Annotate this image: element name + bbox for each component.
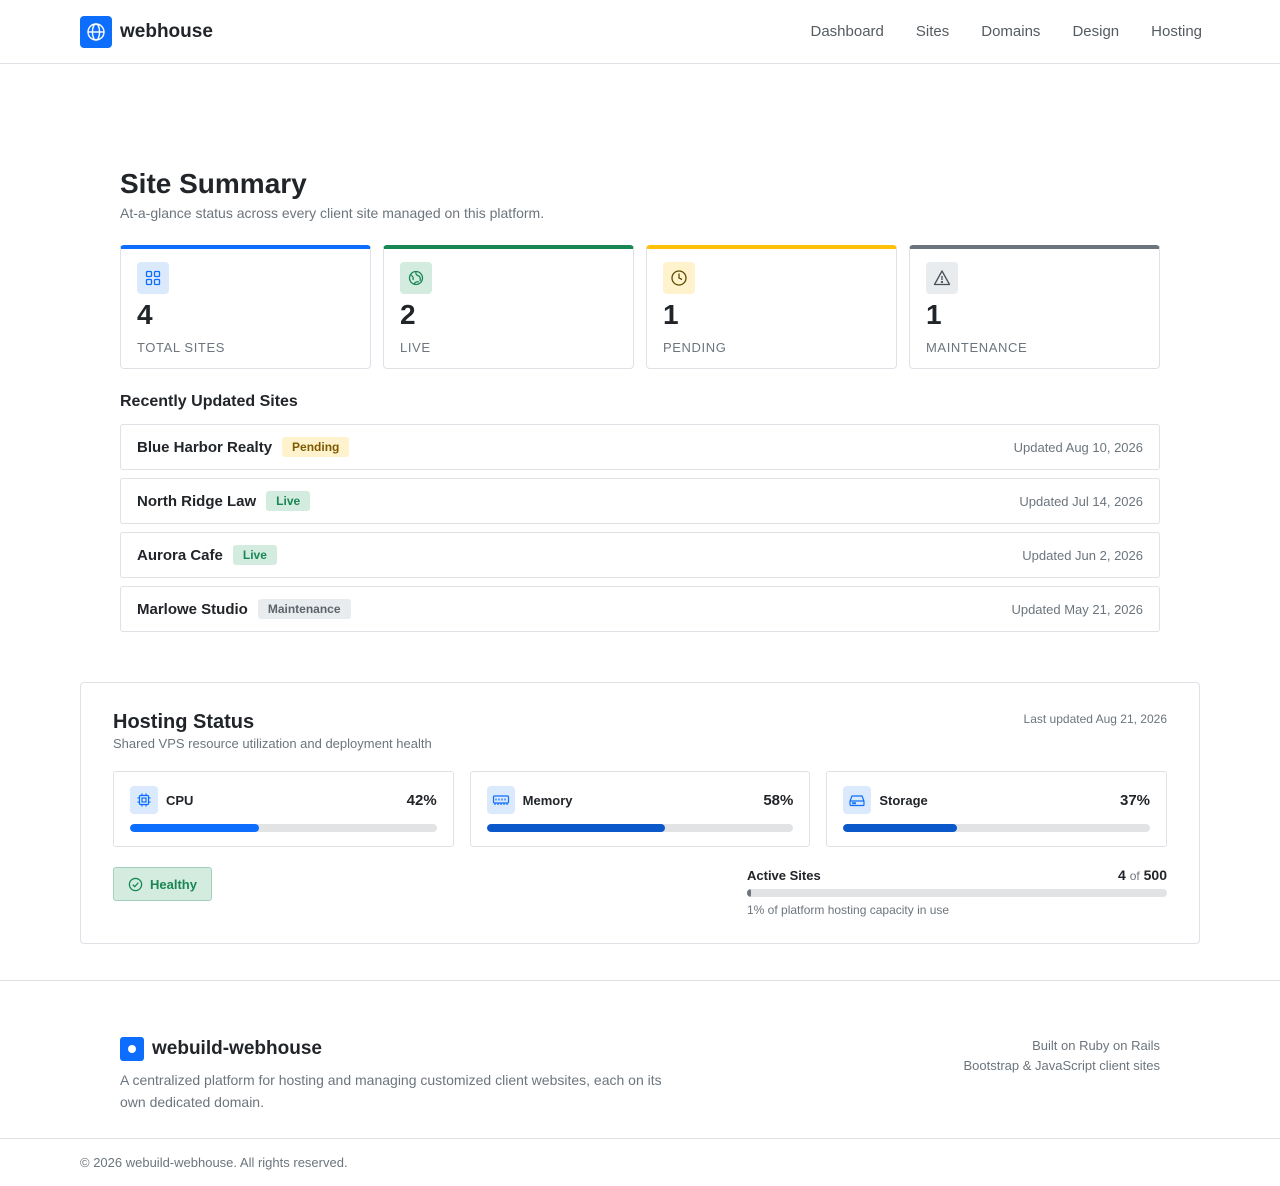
capacity-bar xyxy=(747,889,1167,897)
nav-design[interactable]: Design xyxy=(1072,23,1119,40)
brand-name: webhouse xyxy=(120,21,213,42)
nav-sites[interactable]: Sites xyxy=(916,23,949,40)
status-badge: Live xyxy=(232,545,277,565)
resource-metrics: CPU 42% Memory 58% Storage 37% xyxy=(113,771,1168,847)
stat-label: PENDING xyxy=(663,340,727,355)
stat-value: 2 xyxy=(400,299,416,330)
metric-name: Memory xyxy=(522,792,573,808)
warning-icon xyxy=(926,262,958,294)
stat-value: 4 xyxy=(137,299,153,330)
metric-percent: 37% xyxy=(1119,791,1151,809)
metric-memory: Memory 58% xyxy=(469,771,811,847)
site-name[interactable]: Aurora Cafe xyxy=(137,547,223,564)
cpu-icon xyxy=(130,786,158,814)
stat-card-maintenance: 1 MAINTENANCE xyxy=(909,245,1160,369)
capacity-fill xyxy=(747,889,752,897)
progress-bar xyxy=(486,824,794,832)
stat-label: LIVE xyxy=(400,340,431,355)
brand[interactable]: webhouse xyxy=(80,16,213,48)
hosting-title: Hosting Status xyxy=(113,711,255,733)
copyright: © 2026 webuild-webhouse. All rights rese… xyxy=(80,1155,348,1170)
health-status-badge[interactable]: Healthy xyxy=(113,867,212,901)
main-nav: Dashboard Sites Domains Design Hosting xyxy=(811,23,1203,40)
clock-icon xyxy=(663,262,695,294)
hosting-subtitle: Shared VPS resource utilization and depl… xyxy=(113,736,432,751)
active-sites-count: 4 of 500 xyxy=(1118,867,1167,883)
progress-fill xyxy=(130,824,259,832)
page-subtitle: At-a-glance status across every client s… xyxy=(120,205,545,221)
footer-tech: Built on Ruby on Rails Bootstrap & JavaS… xyxy=(963,1036,1160,1076)
nav-hosting[interactable]: Hosting xyxy=(1151,23,1202,40)
nav-dashboard[interactable]: Dashboard xyxy=(811,23,884,40)
footer-divider xyxy=(0,1138,1280,1139)
site-name[interactable]: Blue Harbor Realty xyxy=(137,439,272,456)
stat-label: MAINTENANCE xyxy=(926,340,1028,355)
footer-description: A centralized platform for hosting and m… xyxy=(120,1072,662,1110)
storage-icon xyxy=(843,786,872,814)
footer-brand-name: webuild-webhouse xyxy=(152,1038,322,1059)
status-badge: Live xyxy=(266,491,311,511)
stat-value: 1 xyxy=(926,299,942,330)
metric-cpu: CPU 42% xyxy=(113,771,454,847)
globe-icon xyxy=(80,16,112,48)
check-circle-icon xyxy=(128,877,143,891)
active-sites: Active Sites 4 of 500 1% of platform hos… xyxy=(747,867,1167,917)
stat-card-pending: 1 PENDING xyxy=(646,245,897,369)
status-badge: Maintenance xyxy=(257,599,351,619)
recent-sites-list: Blue Harbor Realty Pending Updated Aug 1… xyxy=(120,424,1160,632)
list-item[interactable]: Aurora Cafe Live Updated Jun 2, 2026 xyxy=(120,532,1160,578)
page-title: Site Summary xyxy=(120,168,307,199)
hosting-status-panel: Hosting Status Shared VPS resource utili… xyxy=(80,682,1200,944)
list-item[interactable]: North Ridge Law Live Updated Jul 14, 202… xyxy=(120,478,1160,524)
list-item[interactable]: Marlowe Studio Maintenance Updated May 2… xyxy=(120,586,1160,632)
progress-fill xyxy=(843,824,957,832)
site-name[interactable]: North Ridge Law xyxy=(137,493,256,510)
metric-percent: 42% xyxy=(406,791,437,809)
footer-divider xyxy=(0,980,1280,981)
footer-tech-line: Built on Ruby on Rails xyxy=(1032,1038,1160,1053)
health-status-label: Healthy xyxy=(150,876,197,892)
site-summary: Site Summary At-a-glance status across e… xyxy=(120,168,1160,640)
metric-name: CPU xyxy=(166,792,194,808)
updated-date: Updated Jun 2, 2026 xyxy=(1022,547,1143,563)
updated-date: Updated Jul 14, 2026 xyxy=(1019,493,1143,509)
stat-value: 1 xyxy=(663,299,679,330)
recent-sites-title: Recently Updated Sites xyxy=(120,393,298,410)
hosting-header: Hosting Status Shared VPS resource utili… xyxy=(113,711,1167,751)
capacity-note: 1% of platform hosting capacity in use xyxy=(747,903,950,917)
footer-brand: webuild-webhouse xyxy=(120,1037,322,1061)
updated-date: Updated Aug 10, 2026 xyxy=(1013,439,1143,455)
stat-label: TOTAL SITES xyxy=(137,340,225,355)
stat-card-total-sites: 4 TOTAL SITES xyxy=(120,245,371,369)
hosting-footer: Healthy Active Sites 4 of 500 1% of plat… xyxy=(113,867,1167,927)
footer-tech-line: Bootstrap & JavaScript client sites xyxy=(963,1058,1160,1073)
metric-name: Storage xyxy=(879,792,928,808)
grid-icon xyxy=(137,262,169,294)
progress-fill xyxy=(486,824,665,832)
logo-icon xyxy=(120,1037,144,1061)
top-navbar: webhouse Dashboard Sites Domains Design … xyxy=(0,0,1280,64)
progress-bar xyxy=(130,824,437,832)
progress-bar xyxy=(843,824,1151,832)
metric-percent: 58% xyxy=(763,791,794,809)
list-item[interactable]: Blue Harbor Realty Pending Updated Aug 1… xyxy=(120,424,1160,470)
metric-storage: Storage 37% xyxy=(826,771,1168,847)
last-updated: Last updated Aug 21, 2026 xyxy=(1023,712,1167,726)
nav-domains[interactable]: Domains xyxy=(981,23,1040,40)
active-sites-label: Active Sites xyxy=(747,868,821,883)
memory-icon xyxy=(486,786,515,814)
status-badge: Pending xyxy=(282,437,350,457)
site-name[interactable]: Marlowe Studio xyxy=(137,601,248,618)
updated-date: Updated May 21, 2026 xyxy=(1011,601,1143,617)
stat-card-live: 2 LIVE xyxy=(383,245,634,369)
stat-cards: 4 TOTAL SITES 2 LIVE 1 PENDING 1 MAINTEN… xyxy=(120,245,1160,369)
globe-icon xyxy=(400,262,432,294)
